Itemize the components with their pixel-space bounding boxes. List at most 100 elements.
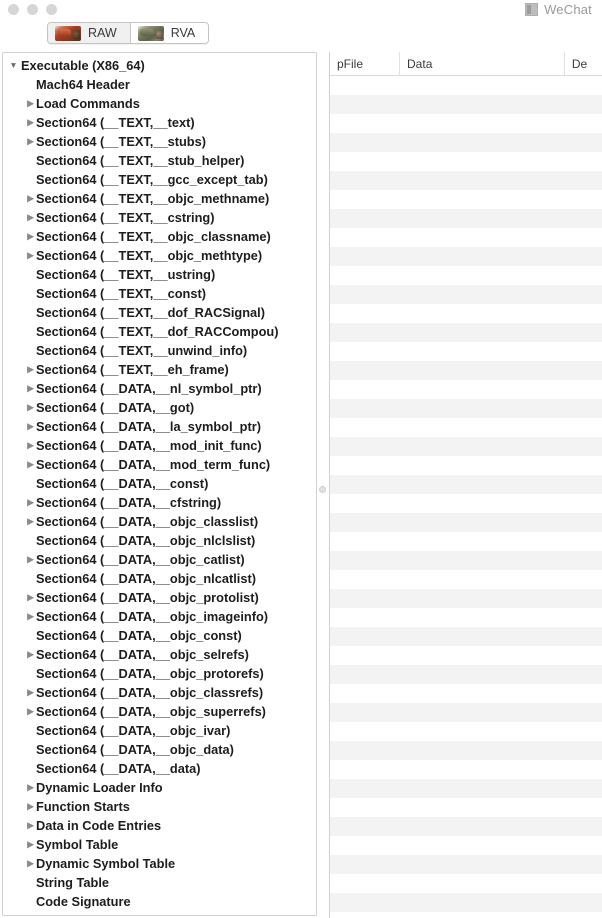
tree-item[interactable]: ▶ Symbol Table	[3, 835, 316, 854]
table-row[interactable]	[330, 817, 602, 836]
address-mode-segmented-control[interactable]: RAW RVA	[47, 22, 210, 44]
chevron-right-icon[interactable]: ▶	[25, 512, 36, 531]
tree-item[interactable]: ▼ Executable (X86_64)	[3, 56, 316, 75]
table-row[interactable]	[330, 855, 602, 874]
chevron-right-icon[interactable]: ▶	[25, 94, 36, 113]
table-row[interactable]	[330, 836, 602, 855]
table-row[interactable]	[330, 608, 602, 627]
table-row[interactable]	[330, 304, 602, 323]
tree-item[interactable]: Section64 (__TEXT,__unwind_info)	[3, 341, 316, 360]
tree-item[interactable]: Section64 (__DATA,__objc_protorefs)	[3, 664, 316, 683]
table-row[interactable]	[330, 703, 602, 722]
table-row[interactable]	[330, 114, 602, 133]
chevron-right-icon[interactable]: ▶	[25, 607, 36, 626]
tree-item[interactable]: Section64 (__TEXT,__dof_RACSignal)	[3, 303, 316, 322]
tree-item[interactable]: ▶ Section64 (__TEXT,__objc_methname)	[3, 189, 316, 208]
chevron-right-icon[interactable]: ▶	[25, 113, 36, 132]
tree-item[interactable]: Code Signature	[3, 892, 316, 911]
table-row[interactable]	[330, 95, 602, 114]
table-row[interactable]	[330, 456, 602, 475]
splitter-handle[interactable]	[319, 486, 326, 493]
tree-item[interactable]: ▶ Data in Code Entries	[3, 816, 316, 835]
tree-item[interactable]: Section64 (__DATA,__objc_const)	[3, 626, 316, 645]
table-row[interactable]	[330, 437, 602, 456]
chevron-right-icon[interactable]: ▶	[25, 246, 36, 265]
segment-rva[interactable]: RVA	[130, 23, 209, 43]
tree-item[interactable]: Section64 (__TEXT,__stub_helper)	[3, 151, 316, 170]
table-row[interactable]	[330, 494, 602, 513]
tree-item[interactable]: ▶ Section64 (__TEXT,__cstring)	[3, 208, 316, 227]
table-row[interactable]	[330, 570, 602, 589]
tree-item[interactable]: ▶ Section64 (__DATA,__mod_init_func)	[3, 436, 316, 455]
table-row[interactable]	[330, 228, 602, 247]
tree-item[interactable]: Section64 (__TEXT,__gcc_except_tab)	[3, 170, 316, 189]
table-row[interactable]	[330, 551, 602, 570]
table-row[interactable]	[330, 399, 602, 418]
chevron-right-icon[interactable]: ▶	[25, 417, 36, 436]
table-row[interactable]	[330, 76, 602, 95]
chevron-right-icon[interactable]: ▶	[25, 189, 36, 208]
tree-item[interactable]: Section64 (__TEXT,__dof_RACCompou)	[3, 322, 316, 341]
table-row[interactable]	[330, 874, 602, 893]
tree-item[interactable]: Section64 (__DATA,__objc_data)	[3, 740, 316, 759]
table-row[interactable]	[330, 323, 602, 342]
table-row[interactable]	[330, 627, 602, 646]
chevron-right-icon[interactable]: ▶	[25, 797, 36, 816]
table-row[interactable]	[330, 722, 602, 741]
chevron-right-icon[interactable]: ▶	[25, 208, 36, 227]
chevron-right-icon[interactable]: ▶	[25, 132, 36, 151]
table-row[interactable]	[330, 893, 602, 912]
table-row[interactable]	[330, 361, 602, 380]
table-row[interactable]	[330, 665, 602, 684]
table-row[interactable]	[330, 741, 602, 760]
table-row[interactable]	[330, 912, 602, 918]
tree-item[interactable]: Section64 (__TEXT,__ustring)	[3, 265, 316, 284]
close-button[interactable]	[8, 4, 19, 15]
table-row[interactable]	[330, 342, 602, 361]
chevron-right-icon[interactable]: ▶	[25, 683, 36, 702]
table-row[interactable]	[330, 266, 602, 285]
chevron-right-icon[interactable]: ▶	[25, 816, 36, 835]
table-row[interactable]	[330, 380, 602, 399]
chevron-right-icon[interactable]: ▶	[25, 493, 36, 512]
table-row[interactable]	[330, 133, 602, 152]
table-row[interactable]	[330, 779, 602, 798]
chevron-right-icon[interactable]: ▶	[25, 398, 36, 417]
tree-item[interactable]: ▶ Section64 (__TEXT,__eh_frame)	[3, 360, 316, 379]
chevron-right-icon[interactable]: ▶	[25, 379, 36, 398]
tree-item[interactable]: Section64 (__DATA,__objc_nlclslist)	[3, 531, 316, 550]
tree-item[interactable]: ▶ Section64 (__DATA,__objc_protolist)	[3, 588, 316, 607]
tree-item[interactable]: Section64 (__TEXT,__const)	[3, 284, 316, 303]
chevron-right-icon[interactable]: ▶	[25, 835, 36, 854]
table-row[interactable]	[330, 209, 602, 228]
table-row[interactable]	[330, 152, 602, 171]
table-row[interactable]	[330, 418, 602, 437]
minimize-button[interactable]	[27, 4, 38, 15]
tree-item[interactable]: ▶ Section64 (__TEXT,__stubs)	[3, 132, 316, 151]
table-row[interactable]	[330, 171, 602, 190]
table-row[interactable]	[330, 190, 602, 209]
tree-item[interactable]: ▶ Section64 (__DATA,__la_symbol_ptr)	[3, 417, 316, 436]
table-row[interactable]	[330, 532, 602, 551]
table-row[interactable]	[330, 513, 602, 532]
tree-item[interactable]: ▶ Section64 (__DATA,__objc_superrefs)	[3, 702, 316, 721]
chevron-right-icon[interactable]: ▶	[25, 588, 36, 607]
chevron-right-icon[interactable]: ▶	[25, 702, 36, 721]
tree-item[interactable]: Section64 (__DATA,__objc_nlcatlist)	[3, 569, 316, 588]
tree-item[interactable]: ▶ Section64 (__DATA,__nl_symbol_ptr)	[3, 379, 316, 398]
chevron-right-icon[interactable]: ▶	[25, 436, 36, 455]
table-row[interactable]	[330, 475, 602, 494]
tree-item[interactable]: ▶ Section64 (__DATA,__objc_classlist)	[3, 512, 316, 531]
tree-item[interactable]: ▶ Dynamic Loader Info	[3, 778, 316, 797]
tree-item[interactable]: Section64 (__DATA,__const)	[3, 474, 316, 493]
tree-item[interactable]: ▶ Section64 (__TEXT,__objc_methtype)	[3, 246, 316, 265]
tree-item[interactable]: ▶ Section64 (__DATA,__got)	[3, 398, 316, 417]
column-header-description[interactable]: De	[565, 52, 602, 75]
tree-item[interactable]: ▶ Section64 (__DATA,__mod_term_func)	[3, 455, 316, 474]
tree-item[interactable]: ▶ Section64 (__DATA,__cfstring)	[3, 493, 316, 512]
chevron-right-icon[interactable]: ▶	[25, 854, 36, 873]
chevron-right-icon[interactable]: ▶	[25, 227, 36, 246]
tree-item[interactable]: ▶ Load Commands	[3, 94, 316, 113]
table-row[interactable]	[330, 646, 602, 665]
tree-item[interactable]: ▶ Function Starts	[3, 797, 316, 816]
